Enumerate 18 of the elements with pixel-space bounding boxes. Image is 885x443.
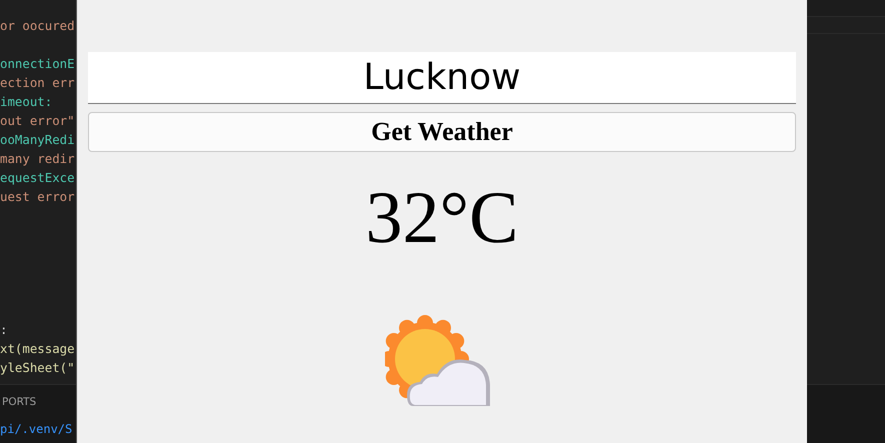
code-line: ooManyRedi: [0, 132, 75, 147]
code-line: equestExce: [0, 170, 75, 185]
code-line: ection err: [0, 75, 75, 90]
code-line: out error": [0, 113, 75, 128]
code-line: uest error: [0, 189, 75, 204]
sun-cloud-icon: [385, 315, 491, 407]
code-line: imeout:: [0, 94, 52, 109]
get-weather-button[interactable]: Get Weather: [88, 112, 796, 152]
terminal-line: pi/.venv/S: [0, 422, 74, 436]
city-input[interactable]: Lucknow: [88, 52, 796, 104]
code-line: yleSheet(": [0, 360, 75, 375]
code-line: onnectionE: [0, 56, 75, 71]
code-line: or oocured: [0, 18, 75, 33]
code-line: :: [0, 322, 8, 337]
code-line: many redir: [0, 151, 75, 166]
code-line: xt(message: [0, 341, 75, 356]
panel-tab[interactable]: PORTS: [2, 396, 76, 408]
temperature-text: 32°C: [366, 176, 518, 260]
